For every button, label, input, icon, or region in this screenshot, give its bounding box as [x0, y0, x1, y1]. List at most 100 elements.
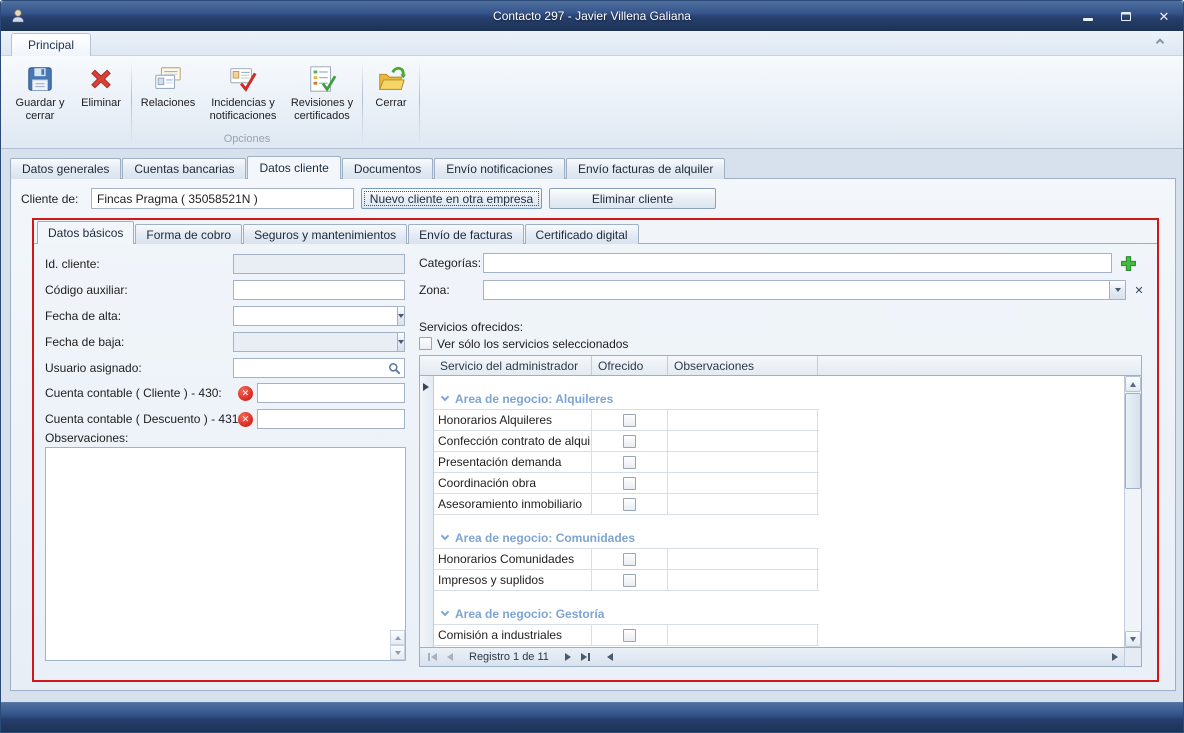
- observaciones-cell[interactable]: [668, 549, 818, 569]
- ribbon-collapse-button[interactable]: [1153, 37, 1167, 51]
- collapse-group-icon[interactable]: [441, 392, 449, 400]
- scroll-up-button[interactable]: [390, 630, 405, 645]
- eliminar-cliente-button[interactable]: Eliminar cliente: [549, 188, 716, 209]
- grid-row[interactable]: Honorarios Comunidades: [434, 548, 819, 570]
- relaciones-button[interactable]: Relaciones: [134, 58, 202, 133]
- pager-last-button[interactable]: [577, 650, 595, 665]
- grid-row[interactable]: Impresos y suplidos: [434, 570, 819, 591]
- guardar-y-cerrar-button[interactable]: Guardar y cerrar: [7, 58, 73, 133]
- ofrecido-checkbox[interactable]: [623, 477, 636, 490]
- scroll-up-button[interactable]: [1125, 376, 1141, 392]
- cerrar-button[interactable]: Cerrar: [365, 58, 417, 133]
- cuenta-contable-cliente-input[interactable]: [257, 383, 405, 403]
- ofrecido-checkbox[interactable]: [623, 629, 636, 642]
- fecha-de-baja-combo[interactable]: [233, 332, 405, 352]
- pager-prev-button[interactable]: [441, 650, 459, 665]
- grid-row[interactable]: Comisión a industriales: [434, 624, 819, 646]
- tab-documentos[interactable]: Documentos: [342, 158, 433, 179]
- magnifier-icon: [388, 362, 401, 375]
- subtab-envio-de-facturas[interactable]: Envío de facturas: [408, 224, 523, 244]
- plus-icon: [1120, 255, 1137, 272]
- subtab-datos-basicos[interactable]: Datos básicos: [37, 221, 134, 244]
- zona-combo[interactable]: [483, 280, 1126, 300]
- observaciones-cell[interactable]: [668, 570, 818, 590]
- grid-vertical-scrollbar[interactable]: [1124, 376, 1141, 647]
- chevron-down-icon: [398, 314, 404, 318]
- tab-envio-facturas-alquiler[interactable]: Envío facturas de alquiler: [566, 158, 725, 179]
- observaciones-textarea[interactable]: [46, 448, 405, 660]
- search-lookup-button[interactable]: [386, 360, 402, 376]
- observaciones-cell[interactable]: [668, 452, 818, 472]
- eliminar-button[interactable]: Eliminar: [73, 58, 129, 133]
- tab-datos-generales[interactable]: Datos generales: [10, 158, 121, 179]
- zona-input[interactable]: [483, 280, 1109, 300]
- grid-header-ofrecido[interactable]: Ofrecido: [592, 356, 668, 375]
- grid-body: Area de negocio: Alquileres Honorarios A…: [420, 376, 1124, 647]
- ofrecido-checkbox[interactable]: [623, 456, 636, 469]
- ofrecido-checkbox[interactable]: [623, 574, 636, 587]
- zona-clear-button[interactable]: ✕: [1131, 282, 1147, 298]
- collapse-group-icon[interactable]: [441, 531, 449, 539]
- codigo-auxiliar-input[interactable]: [233, 280, 405, 300]
- ribbon-group-opciones: Relaciones: [134, 58, 360, 148]
- scroll-down-button[interactable]: [390, 645, 405, 660]
- triangle-left-icon: [447, 653, 453, 661]
- group-row-gestoria[interactable]: Area de negocio: Gestoría: [434, 603, 1124, 624]
- observaciones-cell[interactable]: [668, 431, 818, 451]
- subtab-seguros-mantenimientos[interactable]: Seguros y mantenimientos: [243, 224, 407, 244]
- group-row-alquileres[interactable]: Area de negocio: Alquileres: [434, 388, 1124, 409]
- cliente-de-input[interactable]: [91, 188, 354, 209]
- grid-row[interactable]: Coordinación obra: [434, 473, 819, 494]
- tab-datos-cliente[interactable]: Datos cliente: [247, 156, 340, 179]
- fecha-de-alta-input[interactable]: [233, 306, 397, 326]
- fecha-de-alta-combo[interactable]: [233, 306, 405, 326]
- categorias-input[interactable]: [483, 253, 1112, 273]
- tab-cuentas-bancarias[interactable]: Cuentas bancarias: [122, 158, 246, 179]
- grid-row[interactable]: Honorarios Alquileres: [434, 409, 819, 431]
- scrollbar-thumb[interactable]: [1125, 393, 1141, 489]
- observaciones-cell[interactable]: [668, 494, 818, 514]
- add-categoria-button[interactable]: [1118, 253, 1138, 273]
- pager-next-button[interactable]: [559, 650, 577, 665]
- grid-row[interactable]: Confección contrato de alqui...: [434, 431, 819, 452]
- minimize-button[interactable]: [1078, 7, 1098, 25]
- observaciones-cell[interactable]: [668, 410, 818, 430]
- collapse-group-icon[interactable]: [441, 607, 449, 615]
- grid-gap: [434, 591, 1124, 603]
- titlebar[interactable]: Contacto 297 - Javier Villena Galiana ✕: [1, 1, 1183, 31]
- ofrecido-cell: [592, 410, 668, 430]
- observaciones-cell[interactable]: [668, 473, 818, 493]
- save-icon: [25, 62, 55, 95]
- grid-row[interactable]: Presentación demanda: [434, 452, 819, 473]
- ofrecido-checkbox[interactable]: [623, 435, 636, 448]
- subtab-certificado-digital[interactable]: Certificado digital: [525, 224, 639, 244]
- sub-tab-strip: Datos básicos Forma de cobro Seguros y m…: [37, 221, 640, 244]
- ofrecido-checkbox[interactable]: [623, 414, 636, 427]
- zona-dropdown-button[interactable]: [1109, 280, 1126, 300]
- scroll-down-button[interactable]: [1125, 631, 1141, 647]
- grid-header-observaciones[interactable]: Observaciones: [668, 356, 818, 375]
- fecha-de-baja-dropdown-button[interactable]: [397, 332, 405, 352]
- incidencias-y-notificaciones-button[interactable]: Incidencias y notificaciones: [202, 58, 284, 133]
- tab-envio-notificaciones[interactable]: Envío notificaciones: [434, 158, 565, 179]
- ver-solo-seleccionados-checkbox[interactable]: [419, 337, 432, 350]
- nuevo-cliente-otra-empresa-button[interactable]: Nuevo cliente en otra empresa: [361, 188, 542, 209]
- pager-first-button[interactable]: [423, 650, 441, 665]
- close-button[interactable]: ✕: [1154, 7, 1174, 25]
- hscroll-right-button[interactable]: [1106, 650, 1124, 665]
- ofrecido-checkbox[interactable]: [623, 498, 636, 511]
- codigo-auxiliar-label: Código auxiliar:: [45, 280, 128, 300]
- restore-button[interactable]: [1116, 7, 1136, 25]
- cuenta-contable-descuento-input[interactable]: [257, 409, 405, 429]
- ofrecido-checkbox[interactable]: [623, 553, 636, 566]
- grid-row[interactable]: Asesoramiento inmobiliario: [434, 494, 819, 515]
- group-row-comunidades[interactable]: Area de negocio: Comunidades: [434, 527, 1124, 548]
- subtab-forma-de-cobro[interactable]: Forma de cobro: [135, 224, 242, 244]
- ribbon-tab-principal[interactable]: Principal: [11, 33, 91, 56]
- fecha-de-alta-dropdown-button[interactable]: [397, 306, 405, 326]
- usuario-asignado-input[interactable]: [233, 358, 405, 378]
- revisiones-y-certificados-button[interactable]: Revisiones y certificados: [284, 58, 360, 133]
- grid-header-servicio[interactable]: Servicio del administrador: [420, 356, 592, 375]
- hscroll-left-button[interactable]: [601, 650, 619, 665]
- observaciones-cell[interactable]: [668, 625, 818, 645]
